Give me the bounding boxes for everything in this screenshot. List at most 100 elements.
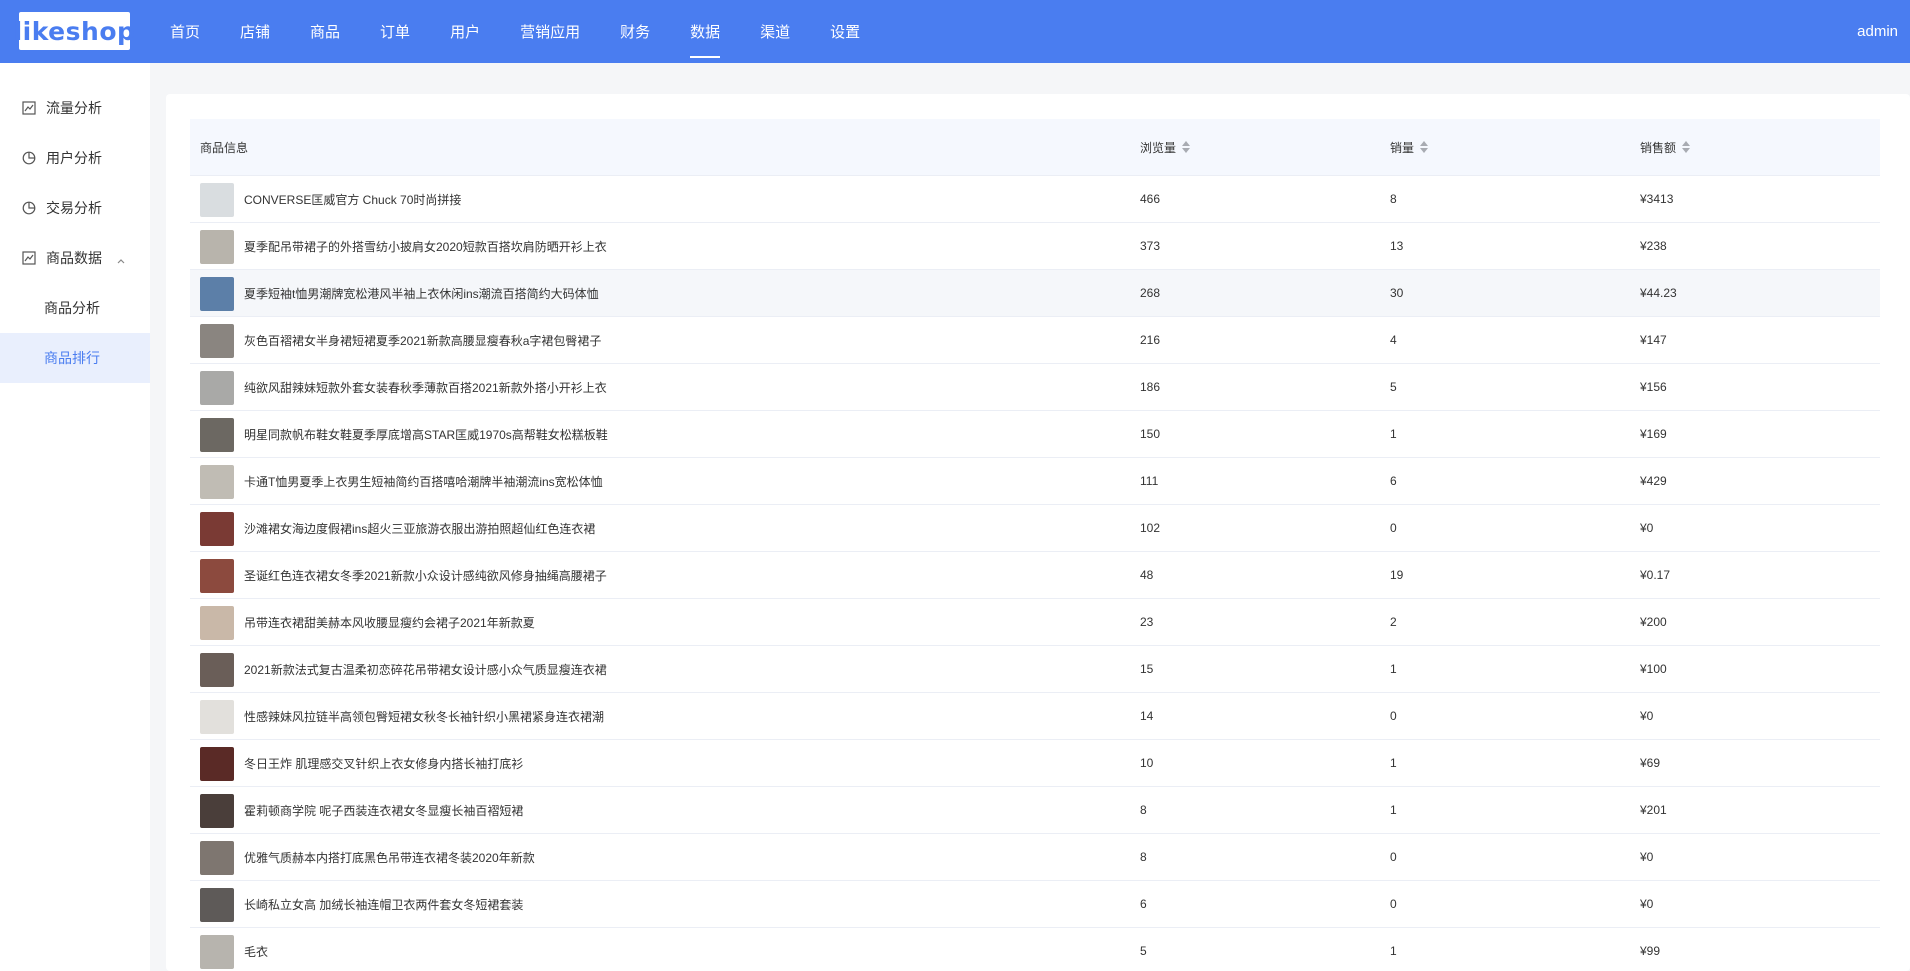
views-value: 8 (1140, 803, 1147, 817)
sort-icon[interactable] (1420, 141, 1429, 153)
column-header-label: 商品信息 (200, 140, 249, 155)
product-thumbnail (200, 841, 234, 875)
user-menu[interactable]: admin (1857, 0, 1898, 63)
views-value: 8 (1140, 850, 1147, 864)
sales-value: 0 (1390, 521, 1397, 535)
nav-item[interactable]: 商品 (295, 0, 355, 63)
product-name: 霍莉顿商学院 呢子西装连衣裙女冬显瘦长袖百褶短裙 (244, 803, 524, 818)
amount-value: ¥0 (1640, 897, 1654, 911)
product-name: 圣诞红色连衣裙女冬季2021新款小众设计感纯欲风修身抽绳高腰裙子 (244, 568, 607, 583)
nav-item[interactable]: 数据 (675, 0, 735, 63)
column-header-amount[interactable]: 销售额 (1640, 139, 1691, 156)
product-name: 冬日王炸 肌理感交叉针织上衣女修身内搭长袖打底衫 (244, 756, 524, 771)
product-name: 性感辣妹风拉链半高领包臀短裙女秋冬长袖针织小黑裙紧身连衣裙潮 (244, 709, 605, 724)
main-nav: 首页 店铺 商品 订单 用户 营销应用 财务 数据 渠道 设置 (155, 0, 885, 63)
ranking-table: 商品信息 浏览量 销量 销售额 CONVERSE匡威官方 Chuck 70时尚拼… (190, 119, 1880, 971)
product-name: 沙滩裙女海边度假裙ins超火三亚旅游衣服出游拍照超仙红色连衣裙 (244, 521, 596, 536)
nav-item[interactable]: 订单 (365, 0, 425, 63)
sidebar-subitem-product-analysis[interactable]: 商品分析 (0, 283, 150, 333)
sales-value: 1 (1390, 427, 1397, 441)
sort-icon[interactable] (1682, 141, 1691, 153)
product-name: 卡通T恤男夏季上衣男生短袖简约百搭嘻哈潮牌半袖潮流ins宽松体恤 (244, 474, 603, 489)
product-name: 长崎私立女高 加绒长袖连帽卫衣两件套女冬短裙套装 (244, 897, 524, 912)
table-row[interactable]: 夏季短袖t恤男潮牌宽松港风半袖上衣休闲ins潮流百搭简约大码体恤 268 30 ¥44… (190, 270, 1880, 317)
sales-value: 1 (1390, 662, 1397, 676)
table-row[interactable]: 夏季配吊带裙子的外搭雪纺小披肩女2020短款百搭坎肩防晒开衫上衣 373 13 ¥23… (190, 223, 1880, 270)
sales-value: 13 (1390, 239, 1404, 253)
top-navbar: likeshop 首页 店铺 商品 订单 用户 营销应用 财务 数据 渠道 设置 admin (0, 0, 1910, 63)
table-row[interactable]: 冬日王炸 肌理感交叉针织上衣女修身内搭长袖打底衫 10 1 ¥69 (190, 740, 1880, 787)
column-header-info: 商品信息 (200, 139, 248, 156)
table-row[interactable]: 性感辣妹风拉链半高领包臀短裙女秋冬长袖针织小黑裙紧身连衣裙潮 14 0 ¥0 (190, 693, 1880, 740)
sidebar-item-product-data[interactable]: 商品数据 (0, 233, 150, 283)
sales-value: 5 (1390, 380, 1397, 394)
amount-value: ¥3413 (1640, 192, 1674, 206)
views-value: 14 (1140, 709, 1154, 723)
sidebar-item-trade-analysis[interactable]: 交易分析 (0, 183, 150, 233)
amount-value: ¥0 (1640, 709, 1654, 723)
sales-value: 2 (1390, 615, 1397, 629)
brand-logo[interactable]: likeshop (14, 12, 135, 50)
product-thumbnail (200, 606, 234, 640)
sort-icon[interactable] (1182, 141, 1191, 153)
views-value: 268 (1140, 286, 1161, 300)
views-value: 186 (1140, 380, 1161, 394)
sales-value: 6 (1390, 474, 1397, 488)
column-header-views[interactable]: 浏览量 (1140, 139, 1191, 156)
views-value: 466 (1140, 192, 1161, 206)
amount-value: ¥200 (1640, 615, 1667, 629)
amount-value: ¥147 (1640, 333, 1667, 347)
views-value: 111 (1140, 474, 1159, 488)
sidebar-item-traffic-analysis[interactable]: 流量分析 (0, 83, 150, 133)
amount-value: ¥99 (1640, 944, 1661, 958)
table-row[interactable]: 沙滩裙女海边度假裙ins超火三亚旅游衣服出游拍照超仙红色连衣裙 102 0 ¥0 (190, 505, 1880, 552)
table-row[interactable]: 纯欲风甜辣妹短款外套女装春秋季薄款百搭2021新款外搭小开衫上衣 186 5 ¥156 (190, 364, 1880, 411)
table-row[interactable]: 吊带连衣裙甜美赫本风收腰显瘦约会裙子2021年新款夏 23 2 ¥200 (190, 599, 1880, 646)
nav-item[interactable]: 首页 (155, 0, 215, 63)
table-row[interactable]: 长崎私立女高 加绒长袖连帽卫衣两件套女冬短裙套装 6 0 ¥0 (190, 881, 1880, 928)
product-thumbnail (200, 324, 234, 358)
line-chart-icon (21, 250, 37, 266)
sales-value: 0 (1390, 709, 1397, 723)
table-row[interactable]: 灰色百褶裙女半身裙短裙夏季2021新款高腰显瘦春秋a字裙包臀裙子 216 4 ¥147 (190, 317, 1880, 364)
product-name: 夏季短袖t恤男潮牌宽松港风半袖上衣休闲ins潮流百搭简约大码体恤 (244, 286, 599, 301)
table-row[interactable]: 卡通T恤男夏季上衣男生短袖简约百搭嘻哈潮牌半袖潮流ins宽松体恤 111 6 ¥429 (190, 458, 1880, 505)
product-thumbnail (200, 559, 234, 593)
nav-item[interactable]: 财务 (605, 0, 665, 63)
sales-value: 30 (1390, 286, 1404, 300)
brand-logo-text: likeshop (13, 16, 136, 46)
table-row[interactable]: 毛衣 5 1 ¥99 (190, 928, 1880, 971)
amount-value: ¥0 (1640, 521, 1654, 535)
views-value: 373 (1140, 239, 1161, 253)
column-header-sales[interactable]: 销量 (1390, 139, 1429, 156)
nav-item[interactable]: 用户 (435, 0, 495, 63)
product-name: 2021新款法式复古温柔初恋碎花吊带裙女设计感小众气质显瘦连衣裙 (244, 662, 607, 677)
column-header-label: 浏览量 (1140, 140, 1177, 155)
sidebar-subitem-product-ranking[interactable]: 商品排行 (0, 333, 150, 383)
pie-chart-icon (21, 200, 37, 216)
table-row[interactable]: 优雅气质赫本内搭打底黑色吊带连衣裙冬装2020年新款 8 0 ¥0 (190, 834, 1880, 881)
views-value: 15 (1140, 662, 1154, 676)
sales-value: 8 (1390, 192, 1397, 206)
table-row[interactable]: CONVERSE匡威官方 Chuck 70时尚拼接 466 8 ¥3413 (190, 176, 1880, 223)
amount-value: ¥156 (1640, 380, 1667, 394)
table-row[interactable]: 霍莉顿商学院 呢子西装连衣裙女冬显瘦长袖百褶短裙 8 1 ¥201 (190, 787, 1880, 834)
product-name: 优雅气质赫本内搭打底黑色吊带连衣裙冬装2020年新款 (244, 850, 535, 865)
product-thumbnail (200, 747, 234, 781)
table-row[interactable]: 2021新款法式复古温柔初恋碎花吊带裙女设计感小众气质显瘦连衣裙 15 1 ¥100 (190, 646, 1880, 693)
product-thumbnail (200, 653, 234, 687)
nav-item[interactable]: 渠道 (745, 0, 805, 63)
product-thumbnail (200, 700, 234, 734)
table-header: 商品信息 浏览量 销量 销售额 (190, 119, 1880, 176)
nav-item[interactable]: 设置 (815, 0, 875, 63)
sidebar-item-user-analysis[interactable]: 用户分析 (0, 133, 150, 183)
table-row[interactable]: 明星同款帆布鞋女鞋夏季厚底增高STAR匡威1970s高帮鞋女松糕板鞋 150 1 ¥1… (190, 411, 1880, 458)
nav-item[interactable]: 店铺 (225, 0, 285, 63)
product-thumbnail (200, 794, 234, 828)
amount-value: ¥169 (1640, 427, 1667, 441)
pie-chart-icon (21, 150, 37, 166)
nav-item[interactable]: 营销应用 (505, 0, 595, 63)
product-thumbnail (200, 512, 234, 546)
product-name: 明星同款帆布鞋女鞋夏季厚底增高STAR匡威1970s高帮鞋女松糕板鞋 (244, 427, 608, 442)
table-row[interactable]: 圣诞红色连衣裙女冬季2021新款小众设计感纯欲风修身抽绳高腰裙子 48 19 ¥0.1… (190, 552, 1880, 599)
